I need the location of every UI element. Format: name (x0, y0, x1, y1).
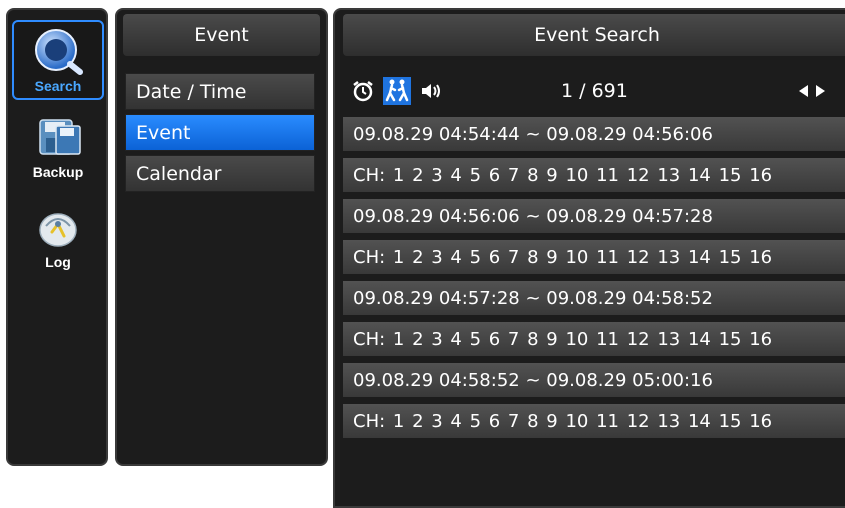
event-channels[interactable]: CH: 1 2 3 4 5 6 7 8 9 10 11 12 13 14 15 … (343, 322, 845, 359)
filter-audio-button[interactable] (417, 77, 445, 105)
nav-search[interactable]: Search (12, 20, 104, 100)
nav-backup-label: Backup (32, 164, 84, 180)
event-time-range[interactable]: 09.08.29 04:54:44 ~ 09.08.29 04:56:06 (343, 117, 845, 154)
menu-item-event[interactable]: Event (125, 114, 315, 151)
next-page-icon[interactable] (816, 85, 825, 97)
nav-log-label: Log (45, 254, 71, 270)
filter-motion-button[interactable] (383, 77, 411, 105)
event-menu-title: Event (123, 14, 320, 56)
pager (799, 64, 825, 118)
prev-page-icon[interactable] (799, 85, 808, 97)
filter-alarm-button[interactable] (349, 77, 377, 105)
event-channels[interactable]: CH: 1 2 3 4 5 6 7 8 9 10 11 12 13 14 15 … (343, 158, 845, 195)
alarm-clock-icon (353, 81, 373, 102)
event-menu-panel: Event Date / Time Event Calendar (115, 8, 328, 466)
search-icon (35, 29, 83, 75)
event-results-list: 09.08.29 04:54:44 ~ 09.08.29 04:56:06 CH… (343, 117, 845, 445)
backup-icon (39, 119, 81, 155)
event-time-range[interactable]: 09.08.29 04:57:28 ~ 09.08.29 04:58:52 (343, 281, 845, 318)
event-channels[interactable]: CH: 1 2 3 4 5 6 7 8 9 10 11 12 13 14 15 … (343, 404, 845, 441)
menu-item-date-time[interactable]: Date / Time (125, 73, 315, 110)
log-icon (39, 213, 77, 247)
event-search-panel: Event Search 1 / 691 09.08.29 04:54:44 ~… (333, 8, 845, 508)
event-filter-toolbar: 1 / 691 (343, 64, 845, 118)
page-indicator: 1 / 691 (561, 80, 628, 102)
event-channels[interactable]: CH: 1 2 3 4 5 6 7 8 9 10 11 12 13 14 15 … (343, 240, 845, 277)
nav-backup[interactable]: Backup (12, 104, 104, 184)
speaker-icon (422, 84, 440, 98)
nav-search-label: Search (34, 78, 82, 94)
motion-people-icon (385, 79, 409, 102)
event-time-range[interactable]: 09.08.29 04:56:06 ~ 09.08.29 04:57:28 (343, 199, 845, 236)
event-time-range[interactable]: 09.08.29 04:58:52 ~ 09.08.29 05:00:16 (343, 363, 845, 400)
event-search-title: Event Search (343, 14, 845, 56)
main-nav: Search Backup Log (6, 8, 108, 466)
nav-log[interactable]: Log (12, 194, 104, 274)
menu-item-calendar[interactable]: Calendar (125, 155, 315, 192)
